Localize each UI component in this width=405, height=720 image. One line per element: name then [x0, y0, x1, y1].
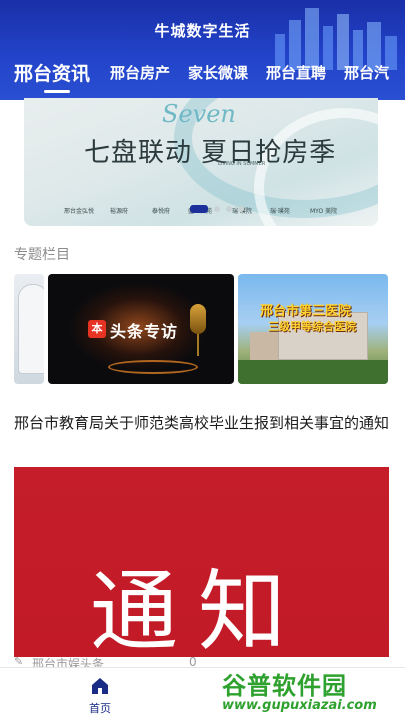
home-icon	[92, 678, 108, 694]
channel-tabs: 邢台资讯 邢台房产 家长微课 邢台直聘 邢台汽	[0, 58, 405, 94]
microphone-icon	[190, 304, 206, 334]
topic-card-hospital[interactable]: 邢台市第三医院 三级甲等综合医院	[238, 274, 388, 384]
topic-card-doctor[interactable]	[14, 274, 44, 384]
sponsor-logo: MYO 美院	[310, 208, 338, 215]
topic-carousel: 本 头条专访 邢台市第三医院 三级甲等综合医院	[0, 274, 405, 384]
sponsor-logo: 邢台金弘悦	[64, 208, 95, 215]
banner-logos: 邢台金弘悦 裕源府 泰悦府 盛世名苑 瑞·璞院 瑞·璞苑 MYO 美院	[64, 206, 354, 220]
active-tab-indicator	[44, 90, 70, 93]
app-header: 牛城数字生活 邢台资讯 邢台房产 家长微课 邢台直聘 邢台汽	[0, 0, 405, 100]
carousel-dot[interactable]	[238, 206, 244, 212]
section-title: 专题栏目	[14, 247, 70, 263]
topic-card-interview[interactable]: 本 头条专访	[48, 274, 234, 384]
site-watermark: 谷普软件园 www.gupuxiazai.com	[222, 666, 402, 720]
topic-card-line2: 三级甲等综合医院	[268, 320, 356, 333]
app-title: 牛城数字生活	[154, 22, 251, 40]
watermark-url: www.gupuxiazai.com	[222, 698, 377, 713]
carousel-dot[interactable]	[214, 206, 220, 212]
sponsor-logo: 瑞·璞苑	[270, 208, 290, 215]
article-image-text: 通知	[90, 560, 307, 657]
tab-xingtai-jobs[interactable]: 邢台直聘	[266, 62, 326, 83]
tab-xingtai-news[interactable]: 邢台资讯	[14, 59, 90, 86]
article-title[interactable]: 邢台市教育局关于师范类高校毕业生报到相关事宜的通知	[14, 412, 392, 434]
nav-home-label: 首页	[89, 702, 111, 715]
badge-icon: 本	[88, 320, 106, 338]
sponsor-logo: 泰悦府	[152, 208, 171, 215]
carousel-dot[interactable]	[226, 206, 232, 212]
trees-graphic	[238, 360, 388, 384]
stage-ring	[108, 360, 198, 374]
tab-xingtai-property[interactable]: 邢台房产	[110, 62, 170, 83]
tab-parent-course[interactable]: 家长微课	[188, 62, 248, 83]
carousel-dot-active[interactable]	[190, 205, 208, 213]
watermark-text: 谷普软件园	[222, 672, 347, 700]
banner-script-text: Seven	[162, 100, 236, 128]
sponsor-logo: 裕源府	[110, 208, 129, 215]
banner-subtext: LIVING IN SUMMER	[218, 161, 266, 167]
nav-home[interactable]: 首页	[80, 672, 120, 718]
article-image[interactable]: 通知	[14, 467, 389, 657]
topic-card-line1: 邢台市第三医院	[260, 304, 352, 319]
microphone-stand	[197, 334, 199, 356]
banner-headline: 七盘联动 夏日抢房季	[84, 138, 337, 168]
doctor-figure	[18, 284, 44, 374]
topic-card-label: 头条专访	[110, 322, 179, 341]
tab-xingtai-auto[interactable]: 邢台汽	[344, 62, 389, 83]
promo-banner[interactable]: Seven 七盘联动 夏日抢房季 LIVING IN SUMMER 邢台金弘悦 …	[24, 98, 378, 226]
